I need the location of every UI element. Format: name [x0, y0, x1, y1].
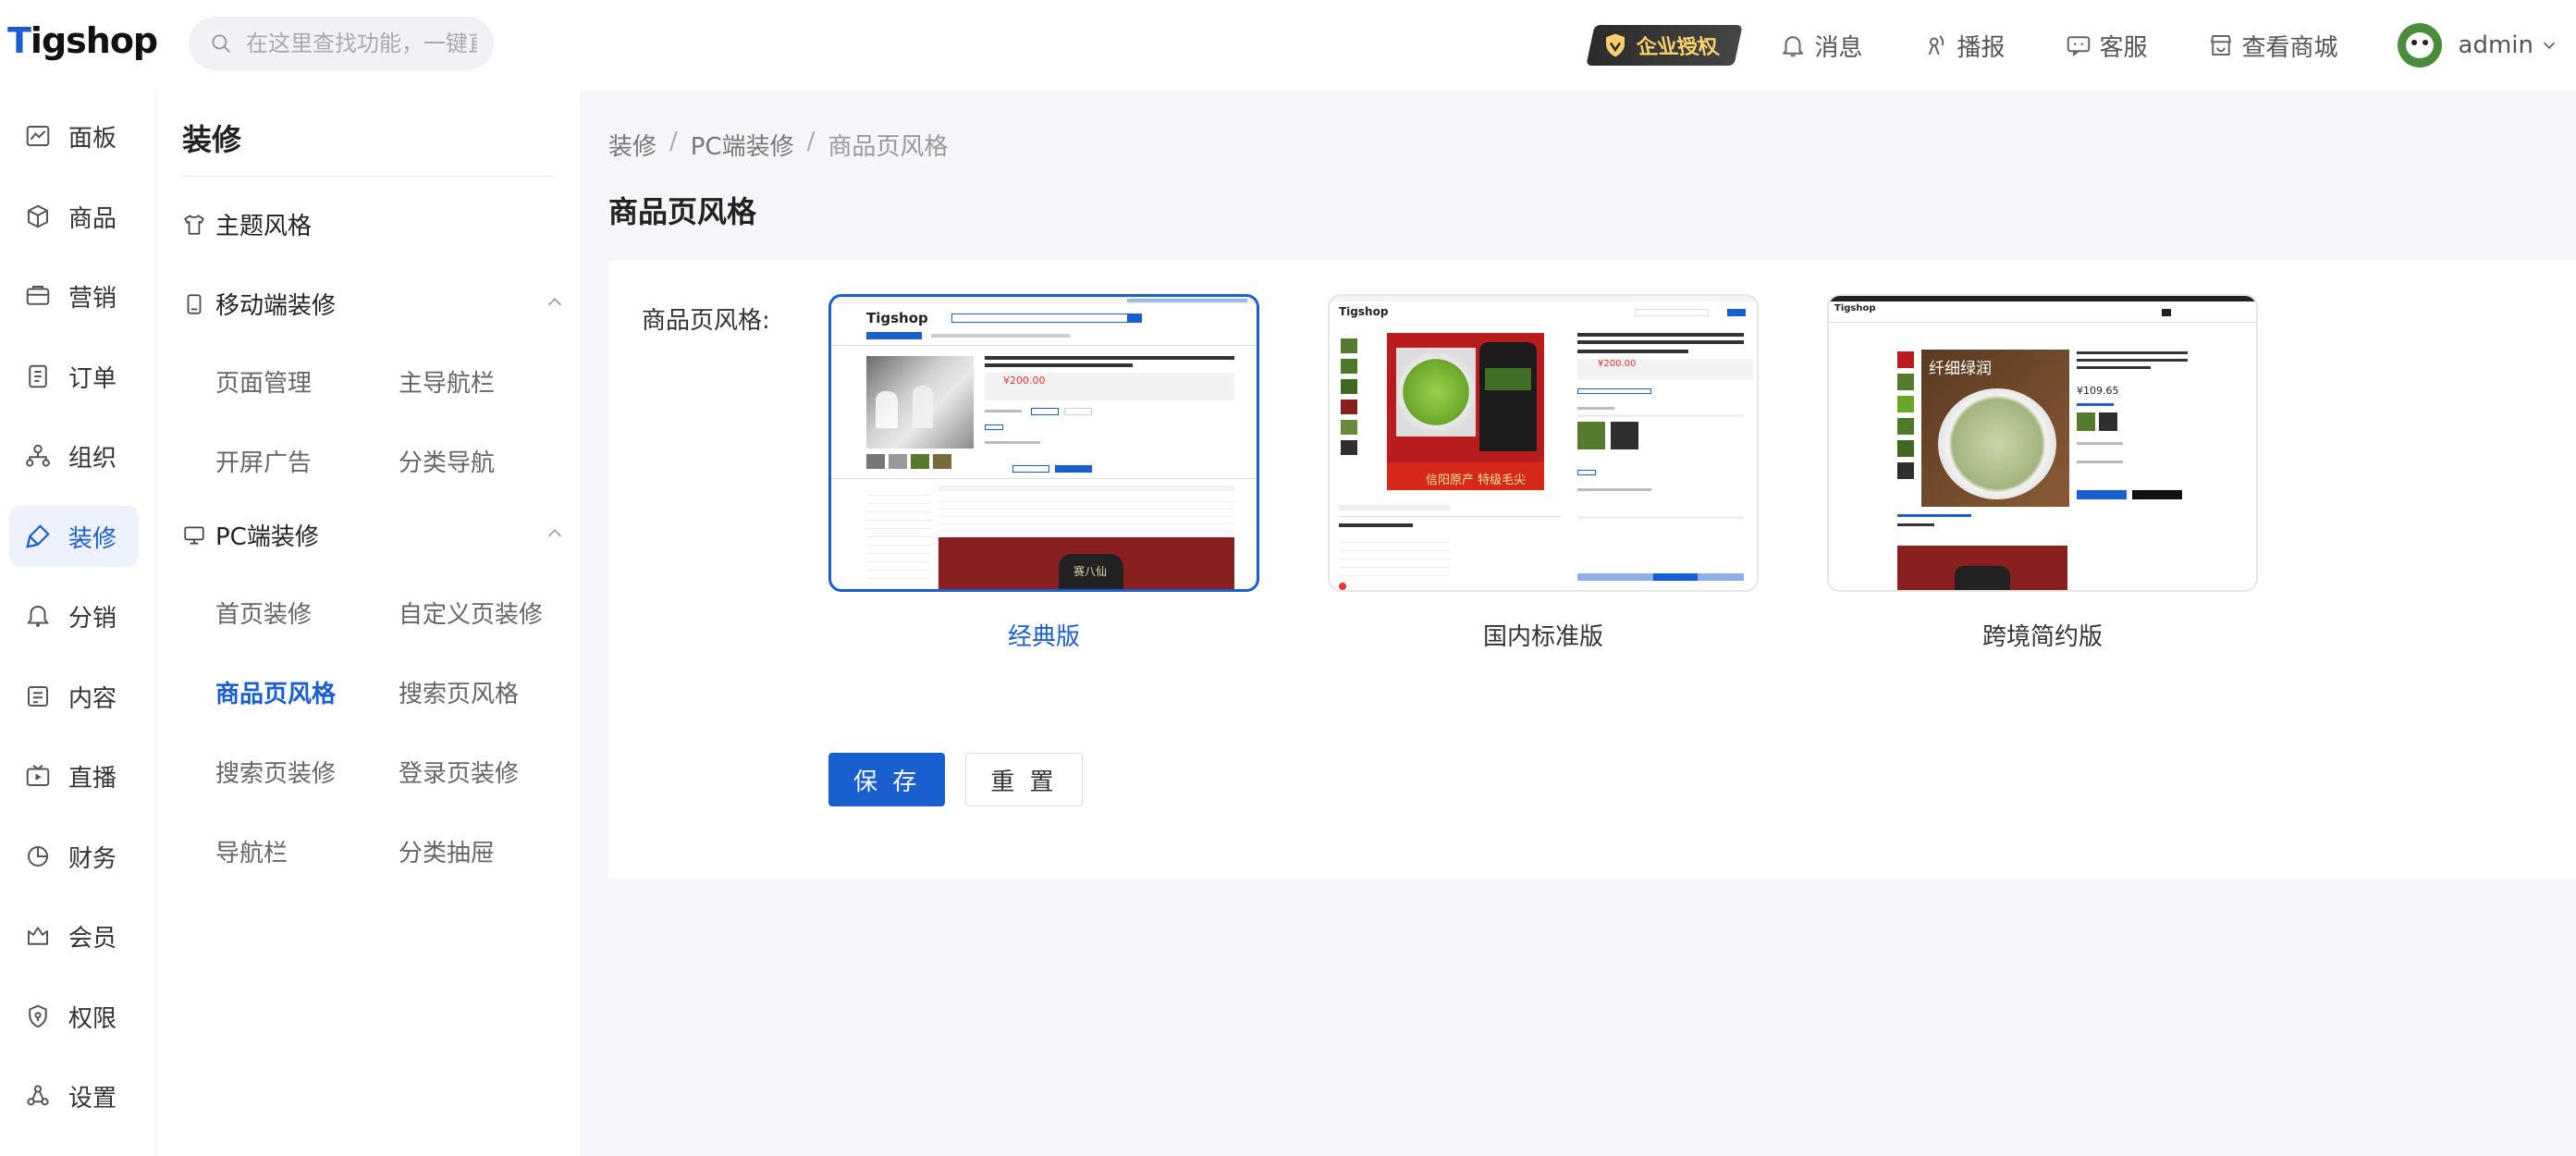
org-icon: [26, 444, 50, 467]
nav-item-members[interactable]: 会员: [9, 905, 139, 966]
global-search[interactable]: [189, 17, 494, 70]
view-store-button[interactable]: 查看商城: [2207, 29, 2338, 63]
marketing-icon: [26, 286, 50, 305]
content-icon: [28, 686, 48, 707]
monitor-icon: [184, 525, 204, 545]
broadcast-button[interactable]: 播报: [1921, 29, 2006, 63]
style-name-domestic[interactable]: 国内标准版: [1328, 618, 1759, 652]
distribution-icon: [27, 605, 49, 627]
chevron-up-icon[interactable]: [545, 523, 565, 544]
nav-item-dashboard[interactable]: 面板: [9, 105, 139, 166]
form-actions: 保 存 重 置: [828, 753, 1083, 806]
breadcrumb-current: 商品页风格: [828, 133, 949, 161]
save-button[interactable]: 保 存: [828, 753, 946, 806]
style-form-panel: 商品页风格: Tigshop ¥200.00 赛八仙 经典版 Tigshop 信…: [608, 261, 2576, 879]
breadcrumb-separator: /: [669, 128, 678, 155]
broadcast-icon: [1929, 35, 1944, 55]
breadcrumb: 装修 / PC端装修 / 商品页风格: [608, 128, 948, 162]
breadcrumb-item[interactable]: 装修: [608, 128, 656, 162]
subnav-theme-style[interactable]: 主题风格: [182, 207, 312, 241]
form-label: 商品页风格:: [642, 307, 770, 335]
style-option-crossborder[interactable]: Tigshop 纤细绿润 ¥109.65 跨境简约版: [1827, 294, 2258, 652]
subnav-group-mobile[interactable]: 移动端装修: [182, 287, 336, 321]
style-options: Tigshop ¥200.00 赛八仙 经典版 Tigshop 信阳原产 特级毛…: [828, 294, 2326, 652]
subnav-link-login-decor[interactable]: 登录页装修: [399, 755, 519, 789]
search-input[interactable]: [246, 31, 477, 56]
nav-item-products[interactable]: 商品: [9, 186, 139, 247]
store-icon: [2210, 35, 2231, 55]
mobile-icon: [187, 293, 202, 314]
subnav-link-search-decor[interactable]: 搜索页装修: [215, 755, 336, 789]
subnav-link-main-nav[interactable]: 主导航栏: [399, 364, 495, 399]
page-title: 商品页风格: [608, 194, 757, 229]
top-bar: Tigshop 企业授权 消息 播报 客服 查看商城 ad: [0, 0, 2576, 91]
nav-item-orders[interactable]: 订单: [9, 346, 139, 407]
nav-item-content[interactable]: 内容: [9, 666, 139, 727]
nav-item-decoration[interactable]: 装修: [9, 506, 139, 567]
nav-item-distribution[interactable]: 分销: [9, 585, 139, 646]
nav-item-live[interactable]: 直播: [9, 745, 139, 806]
nav-item-organization[interactable]: 组织: [9, 425, 139, 486]
breadcrumb-item[interactable]: PC端装修: [691, 128, 794, 162]
shirt-icon: [184, 214, 204, 235]
subnav-group-pc[interactable]: PC端装修: [182, 518, 319, 552]
subnav-link-product-style[interactable]: 商品页风格: [215, 675, 336, 709]
decorate-icon: [26, 524, 50, 548]
subnav-link-custom-page[interactable]: 自定义页装修: [399, 596, 543, 630]
chat-icon: [2067, 36, 2090, 56]
user-menu[interactable]: admin: [2397, 23, 2559, 68]
primary-sidebar: 面板 商品 营销 订单 组织 装修 分销 内容 直播 财务 会员 权限 设置: [0, 91, 155, 1156]
chevron-down-icon: [2543, 42, 2556, 50]
nav-item-marketing[interactable]: 营销: [9, 265, 139, 326]
logo[interactable]: Tigshop: [7, 20, 158, 61]
breadcrumb-separator: /: [806, 128, 816, 155]
messages-button[interactable]: 消息: [1779, 29, 1862, 63]
subnav-title: 装修: [182, 122, 242, 157]
settings-icon: [27, 1085, 49, 1106]
divider: [182, 176, 554, 177]
bell-icon: [1783, 36, 1804, 57]
subnav-link-search-style[interactable]: 搜索页风格: [399, 675, 519, 709]
subnav-link-category-drawer[interactable]: 分类抽屉: [399, 834, 495, 868]
subnav-link-home-decor[interactable]: 首页装修: [215, 596, 312, 630]
box-icon: [28, 204, 48, 228]
subnav-link-page-manage[interactable]: 页面管理: [215, 364, 312, 399]
nav-item-settings[interactable]: 设置: [9, 1065, 139, 1126]
member-icon: [28, 927, 48, 945]
subnav-link-category-nav[interactable]: 分类导航: [399, 444, 495, 478]
reset-button[interactable]: 重 置: [965, 753, 1083, 806]
subnav-link-splash-ad[interactable]: 开屏广告: [215, 444, 312, 478]
permission-icon: [29, 1004, 47, 1028]
live-icon: [26, 764, 50, 786]
nav-item-finance[interactable]: 财务: [9, 826, 139, 887]
order-icon: [29, 364, 47, 388]
chevron-up-icon[interactable]: [545, 292, 565, 313]
chart-icon: [26, 126, 50, 146]
shield-icon: [1606, 33, 1625, 57]
customer-service-button[interactable]: 客服: [2065, 29, 2148, 63]
style-thumbnail-domestic[interactable]: Tigshop 信阳原产 特级毛尖 ¥200.00: [1328, 294, 1759, 592]
style-option-classic[interactable]: Tigshop ¥200.00 赛八仙 经典版: [828, 294, 1259, 652]
style-thumbnail-classic[interactable]: Tigshop ¥200.00 赛八仙: [828, 294, 1259, 592]
style-name-crossborder[interactable]: 跨境简约版: [1827, 618, 2258, 652]
main-content: 装修 / PC端装修 / 商品页风格 商品页风格 商品页风格: Tigshop: [583, 91, 2576, 1156]
avatar: [2397, 23, 2442, 68]
style-name-classic[interactable]: 经典版: [828, 618, 1259, 652]
license-badge[interactable]: 企业授权: [1586, 25, 1744, 66]
secondary-sidebar: 装修 主题风格 移动端装修 页面管理 主导航栏 开屏广告 分类导航 PC端装修 …: [155, 91, 582, 1156]
style-option-domestic[interactable]: Tigshop 信阳原产 特级毛尖 ¥200.00 国内标准版: [1328, 294, 1759, 652]
nav-item-permissions[interactable]: 权限: [9, 986, 139, 1047]
subnav-link-navbar[interactable]: 导航栏: [215, 834, 288, 868]
search-icon: [212, 34, 230, 53]
finance-icon: [28, 846, 48, 867]
style-thumbnail-crossborder[interactable]: Tigshop 纤细绿润 ¥109.65: [1827, 294, 2258, 592]
